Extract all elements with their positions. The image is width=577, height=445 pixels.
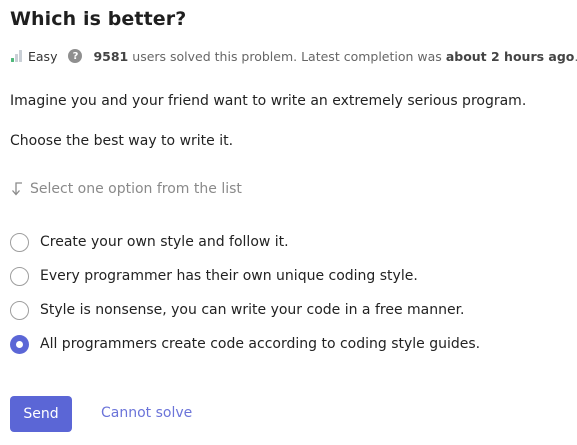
question-paragraph: Choose the best way to write it. <box>10 133 234 149</box>
question-mark-icon[interactable]: ? <box>68 49 83 63</box>
radio-button[interactable] <box>10 300 29 320</box>
latest-completion-time: about 2 hours ago <box>445 48 575 64</box>
instruction-hint: Select one option from the list <box>10 181 242 197</box>
option-label: Every programmer has their own unique co… <box>40 268 418 284</box>
option-item-selected[interactable]: All programmers create code according to… <box>10 327 480 361</box>
option-item[interactable]: Create your own style and follow it. <box>10 225 480 259</box>
radio-button[interactable] <box>10 266 29 286</box>
description-paragraph: Imagine you and your friend want to writ… <box>10 93 527 109</box>
arrow-down-left-icon <box>12 182 22 196</box>
send-button[interactable]: Send <box>10 396 72 432</box>
cannot-solve-link[interactable]: Cannot solve <box>101 405 192 421</box>
radio-button[interactable] <box>10 232 29 252</box>
instruction-text: Select one option from the list <box>30 181 242 197</box>
problem-page: Which is better? Easy ? 9581 users solve… <box>0 0 577 445</box>
option-item[interactable]: Style is nonsense, you can write your co… <box>10 293 480 327</box>
option-label: Style is nonsense, you can write your co… <box>40 302 465 318</box>
problem-meta: Easy ? 9581 users solved this problem. L… <box>11 47 577 65</box>
page-title: Which is better? <box>10 8 187 30</box>
option-label: Create your own style and follow it. <box>40 234 289 250</box>
solved-count: 9581 <box>93 48 129 64</box>
option-label: All programmers create code according to… <box>40 336 481 352</box>
difficulty-bars-icon <box>11 50 23 62</box>
option-item[interactable]: Every programmer has their own unique co… <box>10 259 480 293</box>
options-list: Create your own style and follow it. Eve… <box>10 225 480 361</box>
radio-button-checked[interactable] <box>10 334 29 354</box>
solved-text: users solved this problem. Latest comple… <box>132 48 442 64</box>
difficulty-label: Easy <box>28 48 58 64</box>
